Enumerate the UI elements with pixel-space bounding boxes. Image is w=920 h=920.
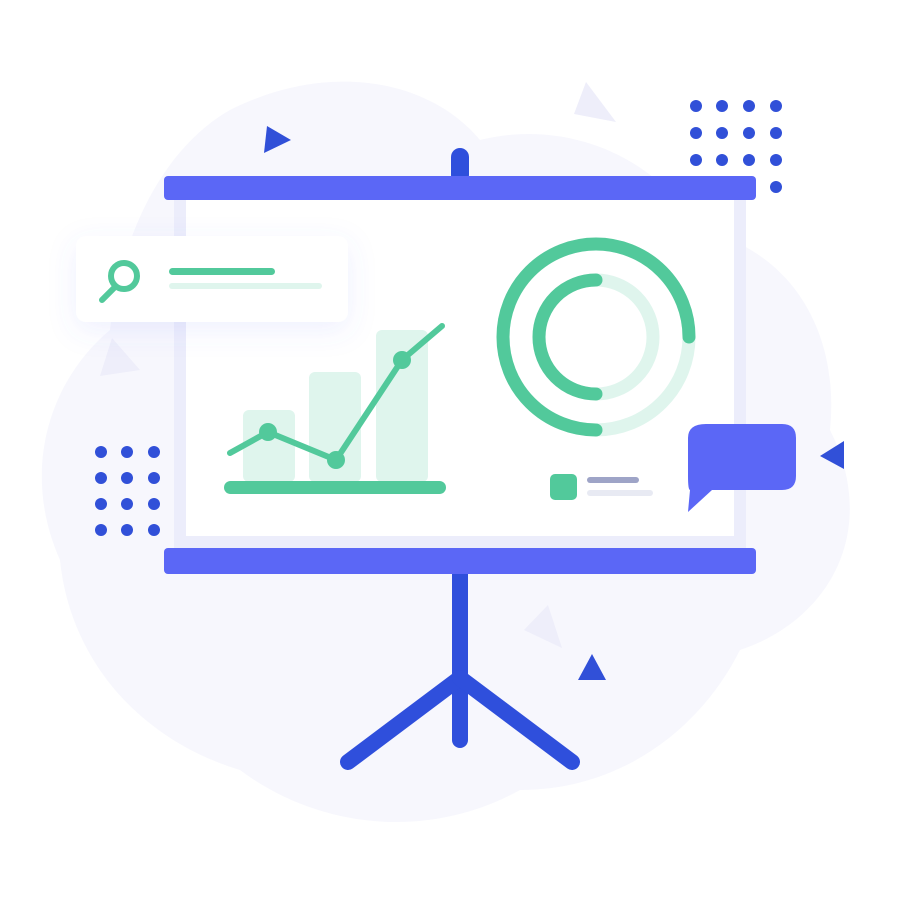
trend-point xyxy=(393,351,411,369)
legend-line xyxy=(587,490,653,496)
trend-point xyxy=(259,423,277,441)
chart-bar xyxy=(243,410,295,482)
presentation-illustration xyxy=(0,0,920,920)
search-line-secondary xyxy=(169,283,322,289)
legend-line xyxy=(587,477,639,483)
screen-top-bar xyxy=(164,176,756,200)
legend-swatch xyxy=(550,474,577,500)
trend-point xyxy=(327,451,345,469)
search-card xyxy=(76,236,348,322)
screen-bottom-bar xyxy=(164,548,756,574)
triangle-light-icon xyxy=(574,82,616,122)
illustration-canvas xyxy=(41,81,850,823)
search-line-primary xyxy=(169,268,275,275)
chart-baseline xyxy=(224,481,446,494)
